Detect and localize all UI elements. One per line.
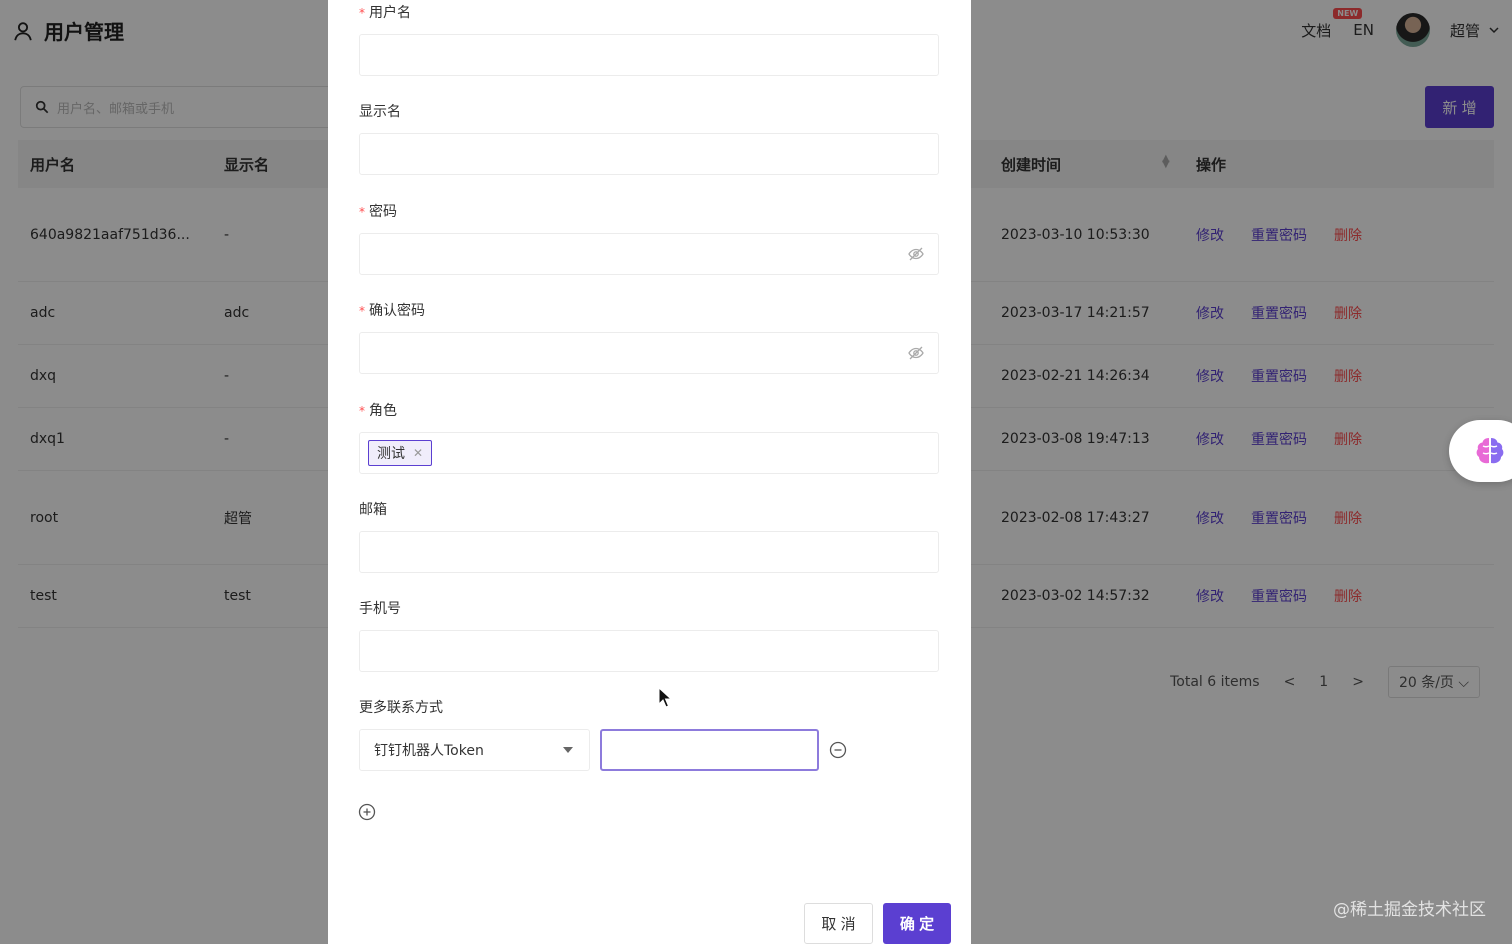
watermark: @稀土掘金技术社区 — [1333, 900, 1486, 920]
confirm-password-label: * 确认密码 — [359, 300, 425, 320]
role-label: * 角色 — [359, 400, 397, 420]
email-label: 邮箱 — [359, 502, 387, 518]
role-select[interactable]: 测试 ✕ — [359, 432, 939, 474]
contact-type-value: 钉钉机器人Token — [374, 743, 484, 759]
confirm-button[interactable]: 确 定 — [883, 903, 951, 944]
username-label: * 用户名 — [359, 2, 411, 22]
mouse-cursor-icon — [658, 687, 672, 708]
username-input[interactable] — [359, 34, 939, 76]
display-name-input[interactable] — [359, 133, 939, 175]
phone-input[interactable] — [359, 630, 939, 672]
required-mark: * — [359, 404, 365, 418]
confirm-password-input[interactable] — [359, 332, 939, 374]
password-label: * 密码 — [359, 201, 397, 221]
password-label-text: 密码 — [369, 204, 397, 220]
more-contact-label: 更多联系方式 — [359, 700, 443, 716]
phone-label: 手机号 — [359, 601, 401, 617]
contact-value-input[interactable] — [600, 729, 819, 771]
brain-icon — [1476, 438, 1504, 464]
remove-circle-icon[interactable] — [829, 741, 847, 759]
role-tag-label: 测试 — [377, 446, 405, 462]
display-name-label: 显示名 — [359, 104, 401, 120]
email-input[interactable] — [359, 531, 939, 573]
confirm-password-label-text: 确认密码 — [369, 303, 425, 319]
add-circle-icon[interactable] — [358, 803, 376, 821]
required-mark: * — [359, 304, 365, 318]
required-mark: * — [359, 6, 365, 20]
role-tag: 测试 ✕ — [368, 440, 433, 466]
eye-hidden-icon[interactable] — [908, 345, 924, 361]
eye-hidden-icon[interactable] — [908, 246, 924, 262]
cancel-button[interactable]: 取 消 — [804, 903, 873, 944]
caret-down-icon — [563, 747, 573, 753]
password-input[interactable] — [359, 233, 939, 275]
role-label-text: 角色 — [369, 403, 397, 419]
create-user-drawer: * 用户名 显示名 * 密码 * 确认密码 * 角色 测试 ✕ 邮箱 手机号 更多联系方… — [328, 0, 971, 944]
ai-assistant-button[interactable] — [1449, 420, 1512, 482]
contact-type-select[interactable]: 钉钉机器人Token — [359, 729, 590, 771]
close-icon[interactable]: ✕ — [413, 446, 423, 460]
username-label-text: 用户名 — [369, 5, 411, 21]
required-mark: * — [359, 205, 365, 219]
